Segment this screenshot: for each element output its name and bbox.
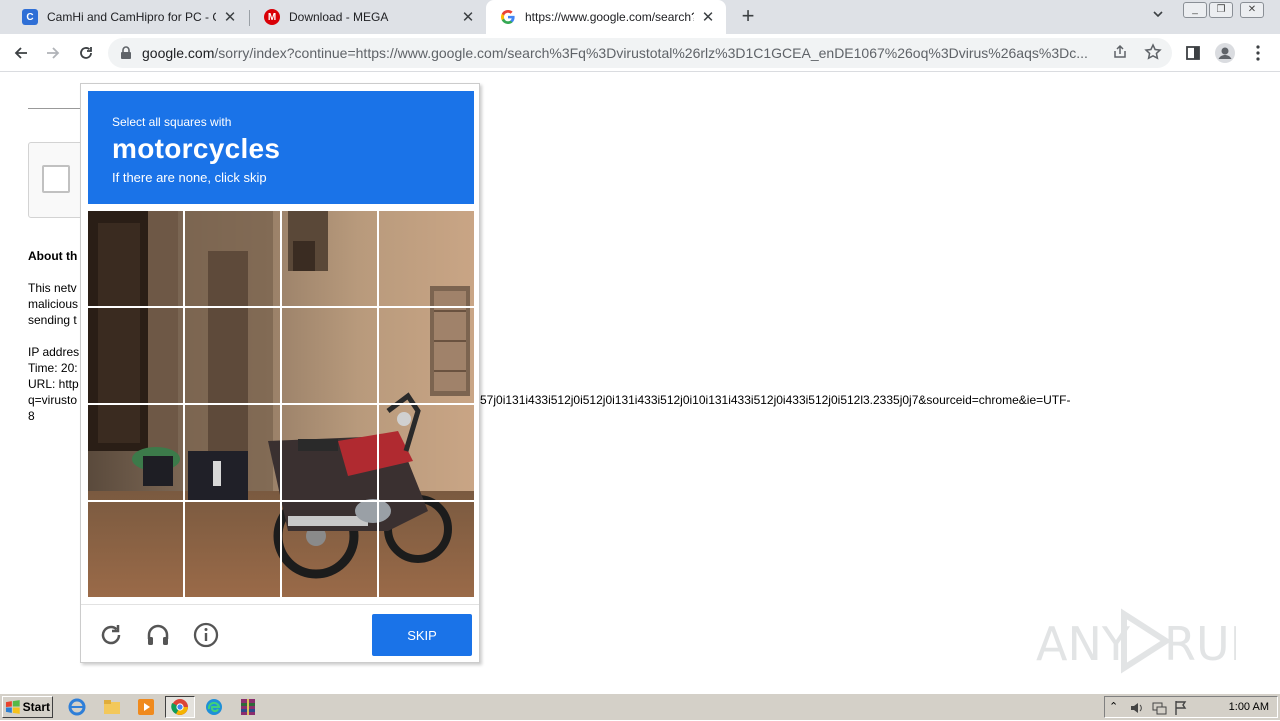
about-heading: About th bbox=[28, 249, 78, 263]
paragraph-line: sending t bbox=[28, 313, 77, 327]
new-tab-button[interactable]: + bbox=[737, 5, 759, 27]
reload-challenge-icon[interactable] bbox=[97, 621, 125, 649]
recaptcha-checkbox[interactable] bbox=[42, 165, 70, 193]
tab-title: https://www.google.com/search?q= bbox=[525, 10, 694, 24]
chrome-icon[interactable] bbox=[165, 696, 195, 718]
tab-strip: C CamHi and CamHipro for PC - Camhi ✕ M … bbox=[0, 0, 1280, 34]
time-line: Time: 20: bbox=[28, 361, 78, 375]
start-label: Start bbox=[22, 700, 50, 714]
network-icon[interactable] bbox=[1151, 700, 1167, 716]
captcha-tile[interactable] bbox=[282, 502, 377, 597]
captcha-instruction: Select all squares with bbox=[112, 115, 232, 129]
reload-icon[interactable] bbox=[74, 41, 98, 65]
captcha-footer: SKIP bbox=[81, 604, 479, 663]
tab-camhi[interactable]: C CamHi and CamHipro for PC - Camhi ✕ bbox=[8, 0, 248, 34]
windows-logo-icon bbox=[5, 700, 20, 714]
anyrun-watermark-logo: ANY RUN bbox=[1036, 608, 1236, 674]
skip-button[interactable]: SKIP bbox=[372, 614, 472, 656]
share-icon[interactable] bbox=[1112, 44, 1128, 65]
camhi-favicon-icon: C bbox=[22, 9, 38, 25]
volume-icon[interactable] bbox=[1129, 700, 1145, 716]
url-host: google.com bbox=[142, 45, 215, 61]
captcha-hint: If there are none, click skip bbox=[112, 170, 267, 185]
tab-title: Download - MEGA bbox=[289, 10, 389, 24]
captcha-target: motorcycles bbox=[112, 133, 281, 164]
info-icon[interactable] bbox=[192, 621, 220, 649]
action-center-flag-icon[interactable] bbox=[1173, 700, 1189, 716]
watermark-text-run: RUN bbox=[1164, 617, 1236, 671]
url-text[interactable]: google.com/sorry/index?continue=https://… bbox=[142, 45, 1102, 61]
paragraph-line: malicious bbox=[28, 297, 79, 311]
media-player-icon[interactable] bbox=[131, 696, 161, 718]
ip-address-line: IP addres bbox=[28, 345, 80, 359]
profile-avatar-icon[interactable] bbox=[1213, 41, 1237, 65]
captcha-tile[interactable] bbox=[379, 502, 474, 597]
url-path: /sorry/index?continue=https://www.google… bbox=[214, 45, 1088, 61]
captcha-header: Select all squares with motorcycles If t… bbox=[88, 91, 474, 204]
windows-taskbar: Start ⌃ 1:00 AM bbox=[0, 693, 1280, 720]
captcha-tile[interactable] bbox=[88, 211, 183, 306]
tab-google-search[interactable]: https://www.google.com/search?q= ✕ bbox=[486, 0, 726, 34]
forward-arrow-icon[interactable] bbox=[41, 41, 65, 65]
captcha-tile[interactable] bbox=[379, 405, 474, 500]
bookmark-star-icon[interactable] bbox=[1144, 43, 1162, 66]
winrar-icon[interactable] bbox=[233, 696, 263, 718]
captcha-tile[interactable] bbox=[88, 405, 183, 500]
tray-expand-icon[interactable]: ⌃ bbox=[1109, 700, 1125, 716]
captcha-tile[interactable] bbox=[185, 502, 280, 597]
edge-icon[interactable] bbox=[199, 696, 229, 718]
url-tail-line-2: 8 bbox=[28, 409, 35, 423]
restore-button[interactable]: ❐ bbox=[1209, 2, 1233, 18]
start-button[interactable]: Start bbox=[2, 696, 53, 718]
tab-close-icon[interactable]: ✕ bbox=[700, 8, 716, 26]
kebab-menu-icon[interactable] bbox=[1246, 41, 1270, 65]
divider bbox=[28, 108, 80, 109]
browser-toolbar: google.com/sorry/index?continue=https://… bbox=[0, 34, 1280, 72]
google-favicon-icon bbox=[500, 9, 516, 25]
tab-close-icon[interactable]: ✕ bbox=[460, 8, 476, 26]
captcha-tile[interactable] bbox=[88, 308, 183, 403]
mega-favicon-icon: M bbox=[264, 9, 280, 25]
address-bar[interactable]: google.com/sorry/index?continue=https://… bbox=[108, 38, 1172, 68]
captcha-tile[interactable] bbox=[185, 308, 280, 403]
ie-icon[interactable] bbox=[62, 696, 92, 718]
url-line: URL: http bbox=[28, 377, 79, 391]
captcha-image-grid bbox=[88, 211, 474, 597]
captcha-tile[interactable] bbox=[282, 308, 377, 403]
captcha-tile[interactable] bbox=[185, 405, 280, 500]
captcha-tile[interactable] bbox=[282, 211, 377, 306]
url-tail-line: 57j0i131i433i512j0i512j0i131i433i512j0i1… bbox=[480, 393, 1071, 407]
clock[interactable]: 1:00 AM bbox=[1229, 701, 1269, 713]
captcha-tile[interactable] bbox=[379, 211, 474, 306]
lock-icon[interactable] bbox=[120, 46, 132, 65]
system-tray: ⌃ 1:00 AM bbox=[1104, 696, 1278, 718]
captcha-challenge-popup: Select all squares with motorcycles If t… bbox=[80, 83, 480, 663]
tab-close-icon[interactable]: ✕ bbox=[222, 8, 238, 26]
captcha-tile[interactable] bbox=[185, 211, 280, 306]
tab-title: CamHi and CamHipro for PC - Camhi bbox=[47, 10, 216, 24]
side-panel-icon[interactable] bbox=[1181, 41, 1205, 65]
tab-search-chevron-icon[interactable] bbox=[1152, 8, 1164, 23]
tab-mega[interactable]: M Download - MEGA ✕ bbox=[250, 0, 486, 34]
watermark-text-any: ANY bbox=[1036, 617, 1131, 671]
paragraph-line: This netv bbox=[28, 281, 77, 295]
url-query-line: q=virusto bbox=[28, 393, 78, 407]
captcha-tile[interactable] bbox=[379, 308, 474, 403]
back-arrow-icon[interactable] bbox=[9, 41, 33, 65]
audio-challenge-headphones-icon[interactable] bbox=[144, 621, 172, 649]
explorer-icon[interactable] bbox=[97, 696, 127, 718]
captcha-tile[interactable] bbox=[88, 502, 183, 597]
minimize-button[interactable]: _ bbox=[1183, 2, 1207, 18]
captcha-tile[interactable] bbox=[282, 405, 377, 500]
close-window-button[interactable]: ✕ bbox=[1240, 2, 1264, 18]
